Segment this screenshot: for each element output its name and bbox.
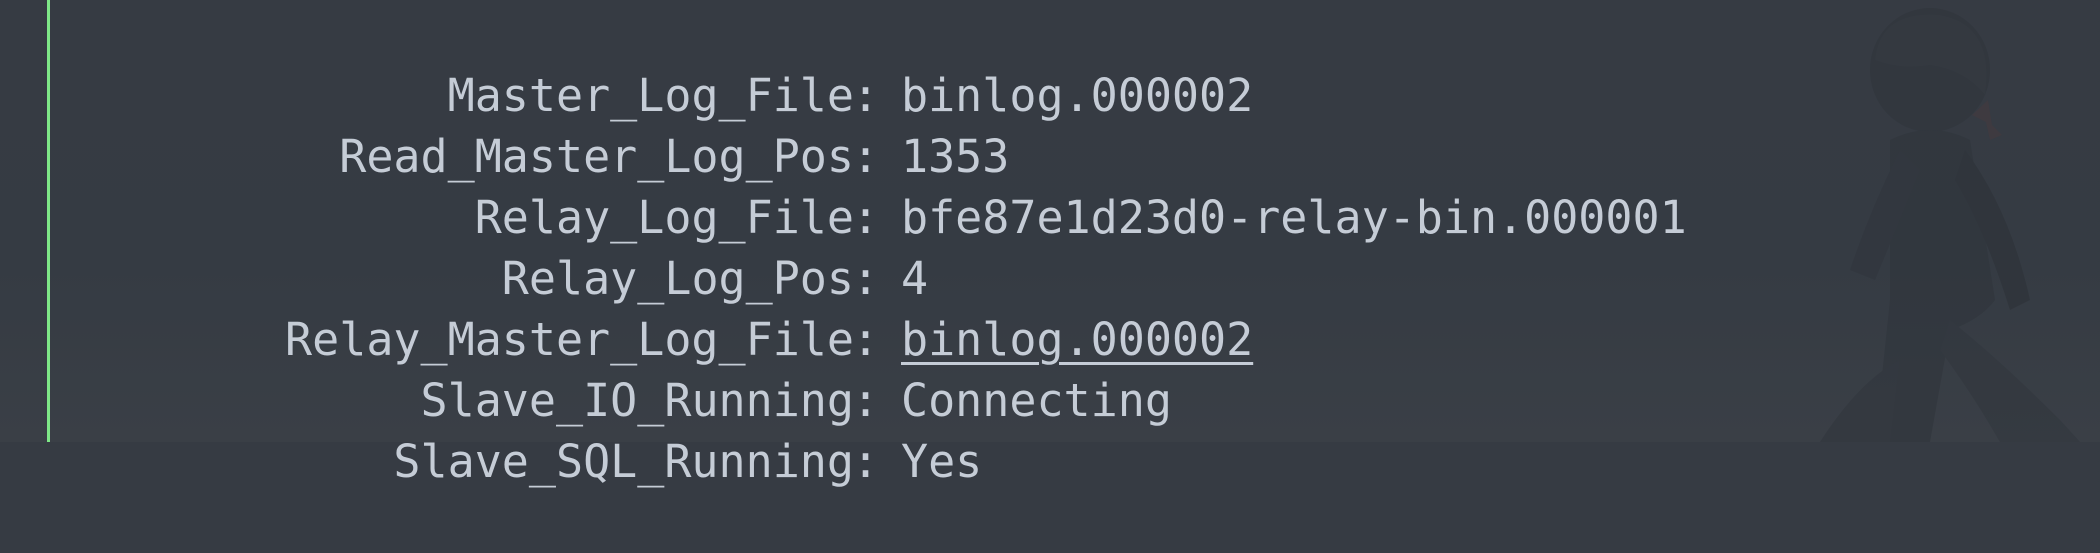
status-row-relay-log-file: Relay_Log_File: bfe87e1d23d0-relay-bin.00… (0, 126, 2100, 244)
status-row-read-master-log-pos: Read_Master_Log_Pos:1353 (0, 65, 2100, 183)
status-row-slave-sql-running: Slave_SQL_Running: Yes (0, 370, 2100, 488)
status-row-slave-io-running: Slave_IO_Running: Connecting (0, 309, 2100, 427)
status-colon: : (852, 435, 880, 488)
status-key: Slave_SQL_Running (393, 435, 854, 488)
status-value: Yes (901, 435, 983, 488)
status-row-master-log-file: Master_Log_File: binlog.000002 (0, 4, 2100, 122)
terminal-window: Master_Log_File: binlog.000002 Read_Maste… (0, 0, 2100, 488)
status-row-relay-log-pos: Relay_Log_Pos:4 (0, 187, 2100, 305)
status-row-relay-master-log-file: Relay_Master_Log_File: binlog.000002 (0, 248, 2100, 366)
